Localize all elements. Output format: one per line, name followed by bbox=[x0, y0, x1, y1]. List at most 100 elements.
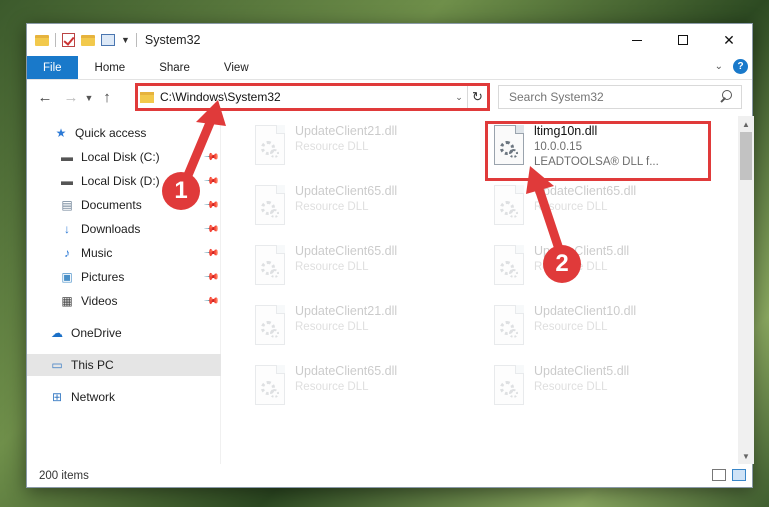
back-arrow-icon[interactable]: ← bbox=[35, 89, 55, 106]
ribbon-right-controls: ⌄ ? bbox=[715, 59, 748, 74]
file-type: Resource DLL bbox=[295, 141, 369, 153]
file-item-ltimg10n[interactable]: ltimg10n.dll 10.0.0.15 LEADTOOLSA® DLL f… bbox=[488, 119, 718, 177]
minimize-button[interactable] bbox=[614, 24, 660, 56]
sidebar-item-label: Network bbox=[71, 390, 116, 404]
pin-icon[interactable]: 📌 bbox=[202, 293, 219, 310]
item-count: 200 items bbox=[39, 470, 89, 482]
forward-arrow-icon[interactable]: → bbox=[61, 89, 81, 106]
close-button[interactable]: ✕ bbox=[706, 24, 752, 56]
pin-icon[interactable]: 📌 bbox=[202, 197, 219, 214]
cloud-icon: ☁ bbox=[51, 326, 63, 340]
sidebar-item-network[interactable]: ⊞ Network bbox=[27, 386, 221, 408]
folder-icon bbox=[35, 34, 49, 46]
sidebar-item-pictures[interactable]: ▣ Pictures 📌 bbox=[27, 266, 221, 288]
dll-file-icon bbox=[494, 305, 524, 345]
toolbar-divider bbox=[55, 33, 56, 47]
properties-icon[interactable] bbox=[101, 34, 115, 46]
sidebar-item-label: Pictures bbox=[81, 270, 125, 284]
maximize-button[interactable] bbox=[660, 24, 706, 56]
folder-icon bbox=[140, 91, 154, 103]
address-path[interactable]: C:\Windows\System32 bbox=[160, 90, 451, 104]
file-type: LEADTOOLSA® DLL f... bbox=[534, 156, 659, 168]
scroll-down-arrow-icon[interactable]: ▼ bbox=[738, 448, 754, 464]
tab-file[interactable]: File bbox=[27, 56, 78, 79]
explorer-body: ★ Quick access ▬ Local Disk (C:) 📌 ▬ Loc… bbox=[27, 116, 754, 464]
dll-file-icon bbox=[255, 125, 285, 165]
dll-file-icon bbox=[494, 245, 524, 285]
sidebar-item-local-disk-c[interactable]: ▬ Local Disk (C:) 📌 bbox=[27, 146, 221, 168]
maximize-icon bbox=[678, 35, 688, 45]
navigation-pane: ★ Quick access ▬ Local Disk (C:) 📌 ▬ Loc… bbox=[27, 116, 221, 464]
file-item[interactable]: UpdateClient65.dll Resource DLL bbox=[249, 179, 479, 237]
tab-home[interactable]: Home bbox=[78, 56, 143, 79]
file-item[interactable]: UpdateClient65.dll Resource DLL bbox=[249, 359, 479, 417]
drive-icon: ▬ bbox=[61, 174, 73, 188]
file-type: Resource DLL bbox=[295, 381, 369, 393]
refresh-icon: ↻ bbox=[472, 89, 483, 104]
toolbar-divider bbox=[135, 33, 137, 47]
file-name: UpdateClient65.dll bbox=[295, 244, 398, 258]
file-item[interactable]: UpdateClient21.dll Resource DLL bbox=[249, 299, 479, 357]
search-box[interactable] bbox=[498, 85, 742, 109]
file-list: UpdateClient21.dll Resource DLL UpdateCli… bbox=[239, 116, 737, 464]
vertical-scrollbar[interactable]: ▲ ▼ bbox=[738, 116, 754, 464]
search-icon[interactable] bbox=[717, 88, 735, 106]
address-dropdown-chevron-icon[interactable]: ⌄ bbox=[451, 92, 467, 103]
sidebar-item-downloads[interactable]: ↓ Downloads 📌 bbox=[27, 218, 221, 240]
customize-toolbar-chevron-icon[interactable]: ▼ bbox=[121, 35, 130, 45]
scrollbar-thumb[interactable] bbox=[740, 132, 752, 180]
recent-locations-chevron-icon[interactable]: ▼ bbox=[81, 93, 97, 103]
up-arrow-icon[interactable]: ↑ bbox=[97, 89, 117, 106]
sidebar-item-onedrive[interactable]: ☁ OneDrive bbox=[27, 322, 221, 344]
search-input[interactable] bbox=[509, 90, 717, 104]
new-folder-icon[interactable] bbox=[81, 34, 95, 46]
ribbon-tabs: File Home Share View ⌄ ? bbox=[27, 56, 752, 80]
network-icon: ⊞ bbox=[51, 390, 63, 404]
sidebar-item-music[interactable]: ♪ Music 📌 bbox=[27, 242, 221, 264]
large-icons-view-icon[interactable] bbox=[732, 469, 746, 481]
pin-icon[interactable]: 📌 bbox=[202, 269, 219, 286]
pin-icon[interactable]: 📌 bbox=[202, 173, 219, 190]
file-name: UpdateClient65.dll bbox=[534, 184, 637, 198]
file-item[interactable]: UpdateClient65.dll Resource DLL bbox=[488, 179, 718, 237]
file-type: Resource DLL bbox=[534, 201, 608, 213]
file-name: ltimg10n.dll bbox=[534, 124, 598, 138]
refresh-button[interactable]: ↻ bbox=[467, 85, 487, 109]
quick-access-toolbar: ▼ bbox=[27, 24, 137, 56]
music-icon: ♪ bbox=[64, 246, 70, 260]
file-item[interactable]: UpdateClient21.dll Resource DLL bbox=[249, 119, 479, 177]
expand-ribbon-chevron-icon[interactable]: ⌄ bbox=[715, 61, 723, 72]
address-bar[interactable]: C:\Windows\System32 ⌄ bbox=[135, 85, 490, 109]
pin-icon[interactable]: 📌 bbox=[202, 221, 219, 238]
tab-view[interactable]: View bbox=[207, 56, 266, 79]
dll-file-icon bbox=[255, 245, 285, 285]
navigation-bar: ← → ▼ ↑ C:\Windows\System32 ⌄ ↻ bbox=[27, 80, 752, 115]
dll-file-icon bbox=[494, 365, 524, 405]
details-view-icon[interactable] bbox=[712, 469, 726, 481]
scroll-up-arrow-icon[interactable]: ▲ bbox=[738, 116, 754, 132]
file-item[interactable]: UpdateClient5.dllResource DLL bbox=[488, 359, 718, 417]
dll-file-icon bbox=[494, 185, 524, 225]
sidebar-item-label: Videos bbox=[81, 294, 118, 308]
tab-share[interactable]: Share bbox=[142, 56, 207, 79]
properties-check-icon[interactable] bbox=[62, 33, 75, 47]
file-name: UpdateClient5.dll bbox=[534, 364, 630, 378]
pin-icon[interactable]: 📌 bbox=[202, 149, 219, 166]
sidebar-item-videos[interactable]: ▦ Videos 📌 bbox=[27, 290, 221, 312]
file-item[interactable]: UpdateClient10.dll Resource DLL bbox=[488, 299, 718, 357]
sidebar-item-label: Documents bbox=[81, 198, 142, 212]
file-name: UpdateClient65.dll bbox=[295, 184, 398, 198]
file-version: 10.0.0.15 bbox=[534, 141, 582, 153]
dll-file-icon bbox=[255, 305, 285, 345]
file-item[interactable]: UpdateClient5.dllResource DLL bbox=[488, 239, 718, 297]
sidebar-item-quick-access[interactable]: ★ Quick access bbox=[27, 122, 221, 144]
pin-icon[interactable]: 📌 bbox=[202, 245, 219, 262]
computer-icon: ▭ bbox=[51, 358, 63, 372]
file-name: UpdateClient21.dll bbox=[295, 304, 398, 318]
file-item[interactable]: UpdateClient65.dll Resource DLL bbox=[249, 239, 479, 297]
sidebar-item-label: OneDrive bbox=[71, 326, 122, 340]
file-name: UpdateClient21.dll bbox=[295, 124, 398, 138]
help-icon[interactable]: ? bbox=[733, 59, 748, 74]
sidebar-item-this-pc[interactable]: ▭ This PC bbox=[27, 354, 221, 376]
explorer-window: ▼ System32 ✕ File Home Share View ⌄ ? ← … bbox=[26, 23, 754, 488]
